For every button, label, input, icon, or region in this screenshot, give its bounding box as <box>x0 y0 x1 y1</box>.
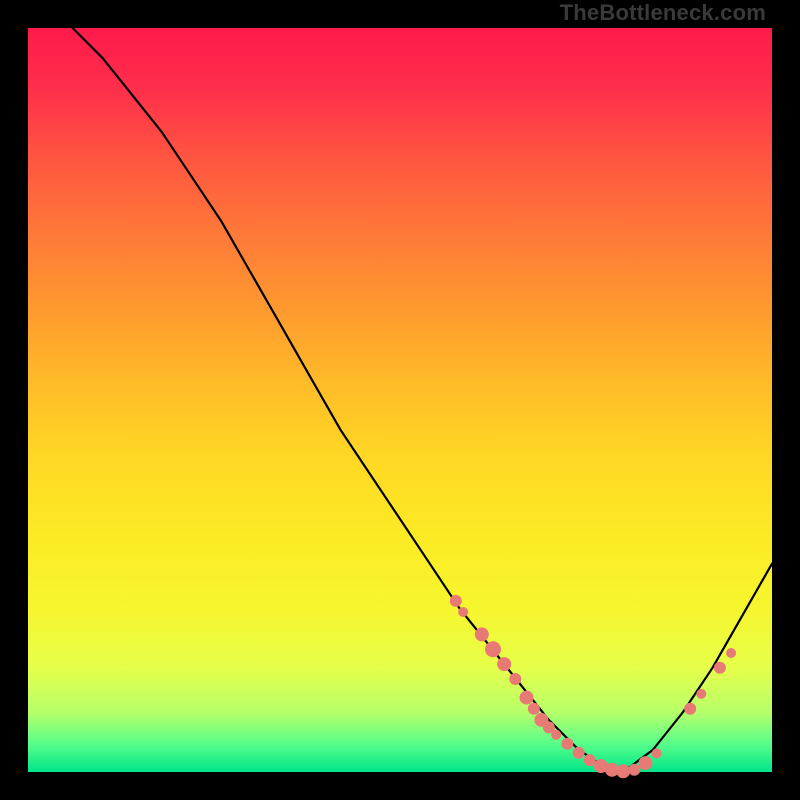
data-marker <box>573 747 585 759</box>
data-marker <box>696 689 706 699</box>
data-marker <box>497 657 511 671</box>
data-marker <box>714 662 726 674</box>
chart-svg-overlay <box>0 0 800 800</box>
bottleneck-curve <box>73 28 772 772</box>
data-marker <box>528 703 540 715</box>
data-marker <box>520 691 534 705</box>
data-marker <box>584 754 596 766</box>
data-marker <box>458 607 468 617</box>
data-marker <box>652 748 662 758</box>
data-marker <box>561 738 573 750</box>
data-marker <box>485 641 501 657</box>
data-marker <box>475 627 489 641</box>
data-marker <box>616 764 630 778</box>
data-marker <box>684 703 696 715</box>
data-marker <box>450 595 462 607</box>
data-marker <box>551 730 561 740</box>
data-marker <box>726 648 736 658</box>
data-marker <box>509 673 521 685</box>
data-marker <box>628 764 640 776</box>
data-marker <box>639 756 653 770</box>
